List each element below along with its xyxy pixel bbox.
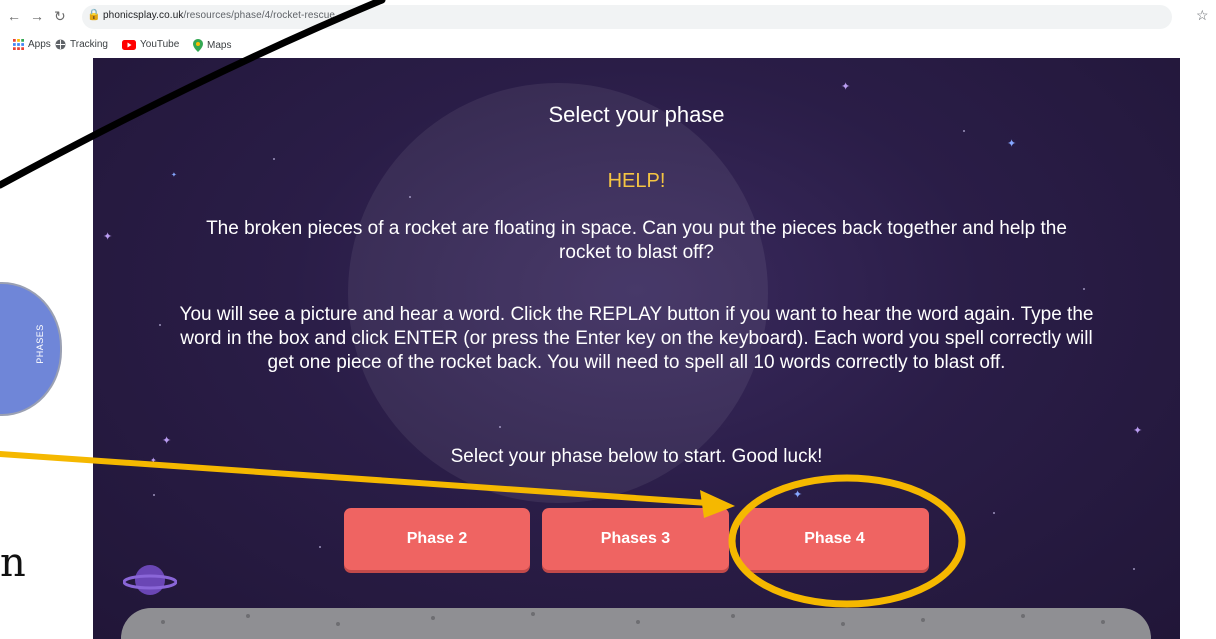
bookmark-tracking[interactable]: Tracking xyxy=(55,39,108,50)
crater xyxy=(731,614,735,618)
crater xyxy=(431,616,435,620)
crater xyxy=(336,622,340,626)
star-dot xyxy=(159,324,161,326)
youtube-icon xyxy=(122,39,136,50)
instructions-detail: You will see a picture and hear a word. … xyxy=(179,304,1094,373)
forward-arrow-icon[interactable]: → xyxy=(30,7,44,25)
star-dot xyxy=(1083,288,1085,290)
bookmark-youtube[interactable]: YouTube xyxy=(122,39,179,50)
star-decoration: ✦ xyxy=(103,231,113,243)
instructions-intro: The broken pieces of a rocket are floati… xyxy=(206,218,1067,263)
star-decoration: ✦ xyxy=(841,81,851,93)
handwritten-scribble: n xyxy=(0,540,26,586)
maps-pin-icon xyxy=(193,39,203,52)
phases-side-tab[interactable]: PHASES xyxy=(0,282,62,416)
star-dot xyxy=(963,130,965,132)
page-title: Select your phase xyxy=(548,102,725,127)
lock-icon: 🔒 xyxy=(87,9,101,21)
game-canvas: ✦ ✦ ✦ ✦ ✦ ✦ ✦ ✦ Select your phase HELP! … xyxy=(93,58,1180,639)
apps-grid-icon xyxy=(13,39,24,50)
star-dot xyxy=(409,196,411,198)
crater xyxy=(841,622,845,626)
crater xyxy=(636,620,640,624)
reload-icon[interactable]: ↻ xyxy=(54,7,66,25)
url-text[interactable]: phonicsplay.co.uk/resources/phase/4/rock… xyxy=(103,10,335,21)
star-dot xyxy=(319,546,321,548)
back-arrow-icon[interactable]: ← xyxy=(7,7,21,25)
moon-surface xyxy=(121,608,1151,639)
crater xyxy=(161,620,165,624)
star-dot xyxy=(1133,568,1135,570)
phases-3-button[interactable]: Phases 3 xyxy=(542,508,729,570)
star-dot xyxy=(153,494,155,496)
star-decoration: ✦ xyxy=(1007,138,1017,150)
bookmark-label: YouTube xyxy=(140,39,180,50)
bookmark-label: Apps xyxy=(28,39,51,50)
star-decoration: ✦ xyxy=(1133,425,1143,437)
help-heading: HELP! xyxy=(607,170,666,192)
moon-backdrop xyxy=(348,83,768,503)
crater xyxy=(531,612,535,616)
star-dot xyxy=(499,426,501,428)
crater xyxy=(921,618,925,622)
instructions-start: Select your phase below to start. Good l… xyxy=(450,446,823,467)
star-decoration: ✦ xyxy=(793,489,803,501)
crater xyxy=(246,614,250,618)
crater xyxy=(1101,620,1105,624)
bookmark-label: Tracking xyxy=(70,39,108,50)
phase-4-button[interactable]: Phase 4 xyxy=(740,508,929,570)
bookmark-apps[interactable]: Apps xyxy=(13,39,51,50)
bookmark-maps[interactable]: Maps xyxy=(193,39,231,52)
planet-icon xyxy=(123,565,177,595)
star-dot xyxy=(993,512,995,514)
bookmark-star-icon[interactable]: ☆ xyxy=(1196,7,1209,24)
bookmarks-bar: Apps Tracking YouTube Maps xyxy=(0,34,1216,58)
crater xyxy=(1021,614,1025,618)
star-dot xyxy=(273,158,275,160)
phases-tab-label: PHASES xyxy=(34,324,45,364)
bookmark-label: Maps xyxy=(207,40,232,51)
address-bar-row: ← → ↻ 🔒 phonicsplay.co.uk/resources/phas… xyxy=(0,0,1216,34)
phase-2-button[interactable]: Phase 2 xyxy=(344,508,530,570)
globe-icon xyxy=(55,39,66,50)
